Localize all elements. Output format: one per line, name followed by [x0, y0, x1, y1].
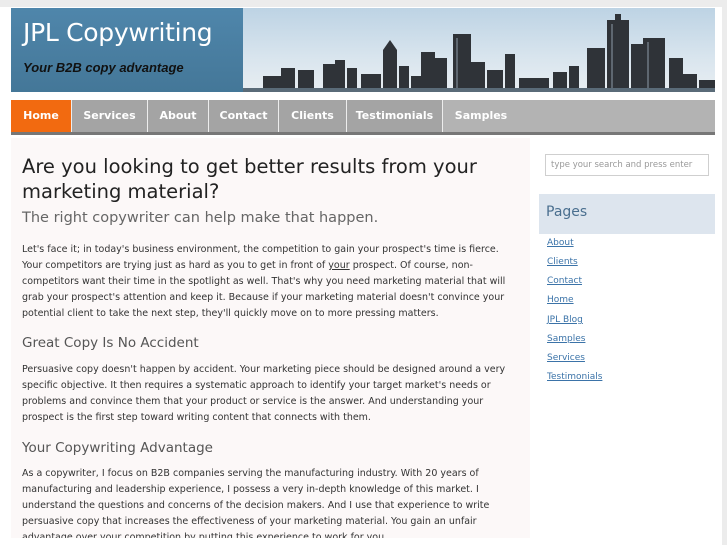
nav-samples[interactable]: Samples	[443, 100, 519, 132]
pages-widget-header: Pages	[539, 194, 715, 234]
section-heading-advantage: Your Copywriting Advantage	[22, 440, 213, 456]
pages-widget-title: Pages	[546, 204, 588, 220]
nav-about[interactable]: About	[148, 100, 209, 132]
sidebar-link-jpl-blog[interactable]: JPL Blog	[547, 315, 583, 325]
intro-paragraph: Let's face it; in today's business envir…	[22, 242, 522, 322]
site-title[interactable]: JPL Copywriting	[23, 18, 213, 47]
search-input[interactable]	[545, 154, 709, 176]
sidebar-link-contact[interactable]: Contact	[547, 276, 582, 286]
main-nav: Home Services About Contact Clients Test…	[11, 100, 715, 135]
section-text-great-copy: Persuasive copy doesn't happen by accide…	[22, 364, 506, 423]
nav-contact[interactable]: Contact	[209, 100, 279, 132]
nav-home[interactable]: Home	[11, 100, 72, 132]
sidebar-link-samples[interactable]: Samples	[547, 334, 585, 344]
skyline-banner-image	[243, 8, 715, 92]
site-header: JPL Copywriting Your B2B copy advantage	[11, 8, 715, 92]
brand-panel: JPL Copywriting Your B2B copy advantage	[11, 8, 243, 92]
section-text-advantage: As a copywriter, I focus on B2B companie…	[22, 468, 490, 538]
sidebar-link-about[interactable]: About	[547, 238, 574, 248]
sidebar-link-clients[interactable]: Clients	[547, 257, 578, 267]
main-content: Are you looking to get better results fr…	[11, 138, 530, 538]
site-tagline: Your B2B copy advantage	[23, 60, 184, 75]
nav-services[interactable]: Services	[72, 100, 148, 132]
sidebar-link-services[interactable]: Services	[547, 353, 585, 363]
sidebar-link-home[interactable]: Home	[547, 295, 574, 305]
section-heading-great-copy: Great Copy Is No Accident	[22, 335, 199, 351]
sidebar: Pages About Clients Contact Home JPL Blo…	[530, 138, 715, 538]
page-heading: Are you looking to get better results fr…	[22, 155, 477, 203]
nav-testimonials[interactable]: Testimonials	[347, 100, 443, 132]
sidebar-link-testimonials[interactable]: Testimonials	[547, 372, 602, 382]
intro-emphasis: your	[328, 260, 350, 271]
page-subheading: The right copywriter can help make that …	[22, 210, 379, 226]
nav-clients[interactable]: Clients	[279, 100, 347, 132]
